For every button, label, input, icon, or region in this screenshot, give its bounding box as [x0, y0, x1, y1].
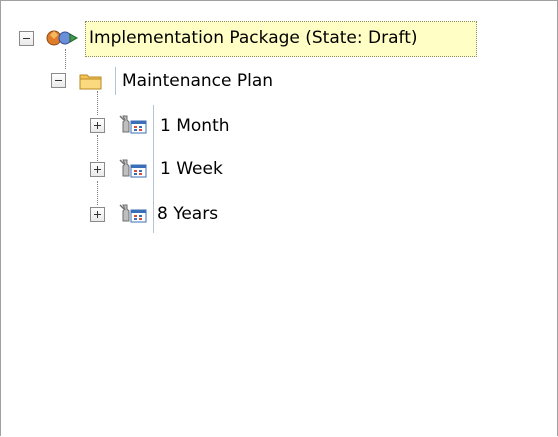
maintenance-plan-collapse-toggle[interactable]: [51, 73, 66, 88]
task-8-years-expand-toggle[interactable]: [90, 207, 105, 222]
tree-panel: Implementation Package (State: Draft) Ma…: [0, 0, 558, 436]
tree-node-maintenance-plan[interactable]: Maintenance Plan: [119, 70, 276, 92]
tree-connector: [97, 181, 99, 205]
tree-view: Implementation Package (State: Draft) Ma…: [1, 1, 557, 436]
tree-node-8-years[interactable]: 8 Years: [154, 203, 221, 225]
maintenance-task-icon: [119, 115, 147, 134]
tree-node-1-month[interactable]: 1 Month: [157, 115, 233, 137]
task-1-week-expand-toggle[interactable]: [90, 162, 105, 177]
root-collapse-toggle[interactable]: [19, 31, 34, 46]
maintenance-task-icon: [119, 204, 147, 223]
task-1-month-expand-toggle[interactable]: [90, 118, 105, 133]
tree-node-implementation-package[interactable]: Implementation Package (State: Draft): [85, 21, 477, 57]
tree-connector: [65, 49, 67, 69]
implementation-package-icon: [46, 30, 79, 46]
maintenance-task-icon: [119, 159, 147, 178]
tree-connector: [97, 135, 99, 163]
folder-icon: [79, 74, 102, 90]
tree-connector: [97, 91, 99, 115]
tree-node-1-week[interactable]: 1 Week: [157, 158, 226, 180]
column-guide: [115, 67, 116, 95]
